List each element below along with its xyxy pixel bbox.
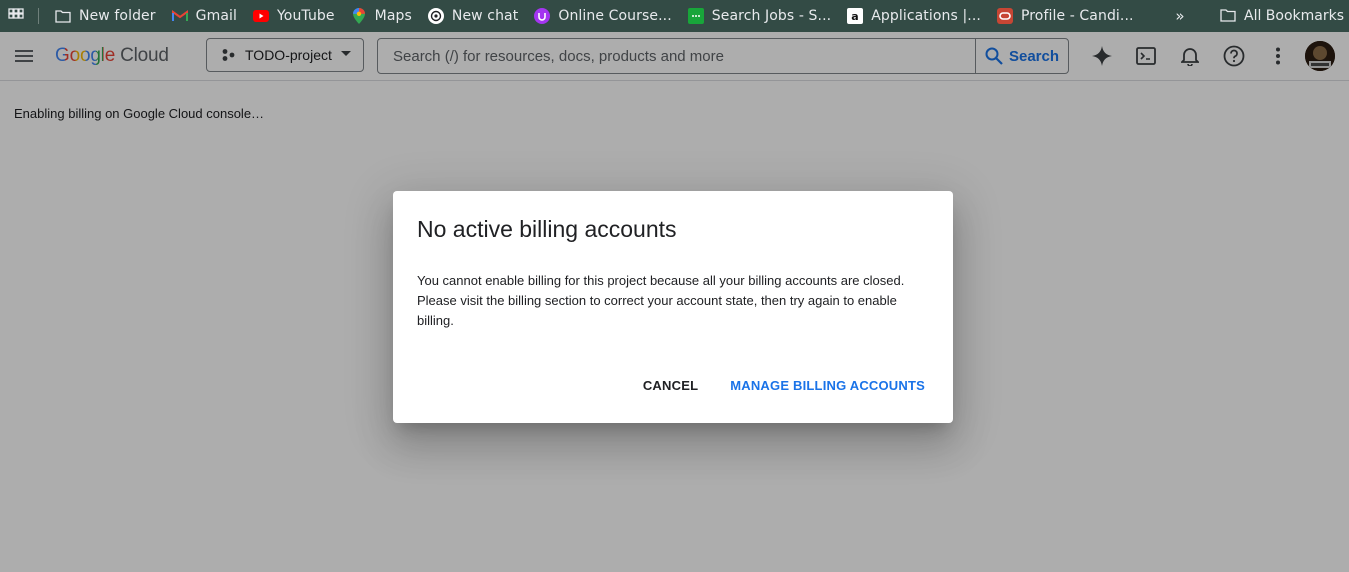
youtube-icon: [253, 8, 269, 24]
jobs-icon: [687, 8, 704, 24]
all-bookmarks-label: All Bookmarks: [1244, 8, 1345, 24]
udemy-icon: [534, 8, 551, 24]
bookmark-label: YouTube: [277, 8, 335, 24]
bookmark-youtube[interactable]: YouTube: [245, 0, 343, 32]
all-bookmarks-button[interactable]: All Bookmarks: [1212, 0, 1349, 32]
bookmark-new-chat[interactable]: New chat: [420, 0, 526, 32]
bookmark-new-folder[interactable]: New folder: [47, 0, 164, 32]
folder-icon: [55, 8, 71, 24]
dialog-title: No active billing accounts: [417, 216, 677, 242]
maps-icon: [351, 8, 367, 24]
bookmark-label: Online Course...: [558, 8, 672, 24]
openai-icon: [427, 8, 444, 24]
oracle-icon: [996, 8, 1013, 24]
bookmark-label: Search Jobs - S...: [711, 8, 832, 24]
gmail-icon: [171, 8, 188, 24]
billing-dialog: No active billing accounts You cannot en…: [393, 191, 953, 423]
bookmark-label: Applications |...: [871, 8, 981, 24]
bookmarks-bar: New folder Gmail YouTube Maps New chat O…: [0, 0, 1349, 32]
bookmark-gmail[interactable]: Gmail: [164, 0, 245, 32]
dialog-actions: CANCEL MANAGE BILLING ACCOUNTS: [631, 370, 937, 401]
bookmarks-divider: [38, 8, 39, 24]
cancel-button[interactable]: CANCEL: [631, 370, 710, 401]
dialog-message: You cannot enable billing for this proje…: [417, 273, 905, 328]
bookmark-applications[interactable]: a Applications |...: [839, 0, 989, 32]
svg-text:a: a: [851, 10, 858, 23]
folder-icon: [1220, 8, 1236, 24]
manage-billing-accounts-button[interactable]: MANAGE BILLING ACCOUNTS: [718, 370, 937, 401]
amazon-icon: a: [847, 8, 864, 24]
bookmark-label: Gmail: [195, 8, 237, 24]
bookmark-label: New chat: [451, 8, 519, 24]
apps-grid-icon[interactable]: [0, 0, 32, 32]
bookmark-online-course[interactable]: Online Course...: [526, 0, 679, 32]
bookmark-label: Maps: [374, 8, 412, 24]
bookmarks-overflow-button[interactable]: »: [1168, 0, 1192, 32]
bookmark-label: Profile - Candi...: [1020, 8, 1134, 24]
bookmark-profile[interactable]: Profile - Candi...: [989, 0, 1142, 32]
bookmark-maps[interactable]: Maps: [343, 0, 420, 32]
bookmark-label: New folder: [79, 8, 156, 24]
bookmark-search-jobs[interactable]: Search Jobs - S...: [680, 0, 839, 32]
